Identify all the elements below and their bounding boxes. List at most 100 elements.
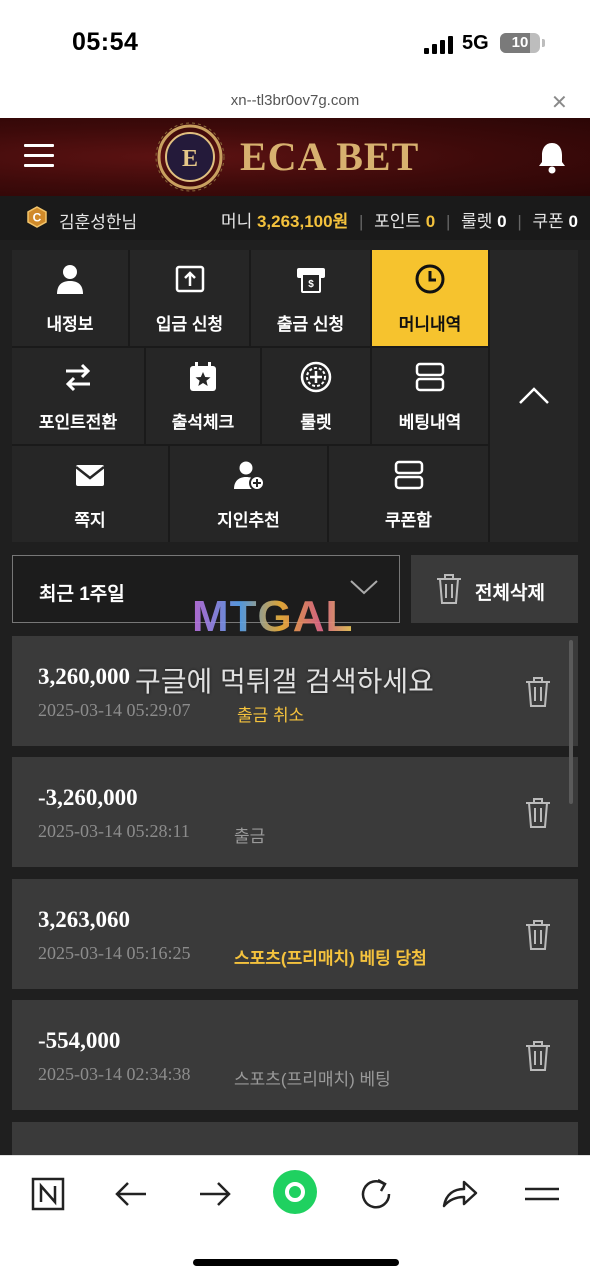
network-type: 5G <box>462 32 489 54</box>
transaction-type: 스포츠(프리매치) 베팅 당첨 <box>234 949 427 968</box>
trash-icon[interactable] <box>524 1040 552 1072</box>
period-value: 최근 1주일 <box>39 584 125 605</box>
menu-bet-history[interactable]: 베팅내역 <box>372 348 488 444</box>
menu-money-history[interactable]: 머니내역 <box>372 250 488 346</box>
menu-label: 내정보 <box>46 315 94 334</box>
money-value: 3,263,100원 <box>256 212 349 231</box>
n-icon[interactable] <box>28 1174 68 1214</box>
menu-label: 포인트전환 <box>38 413 118 432</box>
menu-label: 쪽지 <box>74 511 106 530</box>
hamburger-icon[interactable] <box>24 144 54 168</box>
coupon-label: 쿠폰 <box>532 212 564 231</box>
bell-icon[interactable] <box>536 140 568 174</box>
menu-label: 출석체크 <box>171 413 235 432</box>
transaction-date: 2025-03-14 05:29:07 <box>38 700 191 720</box>
menu-attendance[interactable]: 출석체크 <box>146 348 260 444</box>
chevron-up-icon <box>519 387 549 404</box>
point-label: 포인트 <box>374 212 422 231</box>
menu-coupon-box[interactable]: 쿠폰함 <box>329 446 488 542</box>
url-text[interactable]: xn--tl3br0ov7g.com <box>0 92 590 109</box>
signal-icon <box>424 36 453 54</box>
coupon-icon <box>394 460 423 490</box>
transaction-type: 출금 취소 <box>237 706 305 725</box>
battery-icon: 10 <box>500 33 540 53</box>
user-add-icon <box>233 461 265 491</box>
battery-level: 10 <box>511 34 529 51</box>
reload-icon[interactable] <box>356 1174 396 1214</box>
grade-badge-icon: C <box>27 206 47 228</box>
menu-label: 입금 신청 <box>155 315 224 334</box>
roulette-label: 룰렛 <box>461 212 493 231</box>
close-icon[interactable]: ✕ <box>551 90 568 115</box>
forward-arrow-icon[interactable] <box>194 1174 234 1214</box>
trash-icon[interactable] <box>524 676 552 708</box>
list-item: 3,263,060 2025-03-14 05:16:25 스포츠(프리매치) … <box>12 879 578 989</box>
menu-label: 출금 신청 <box>276 315 345 334</box>
money-label: 머니 <box>220 212 253 231</box>
menu-label: 쿠폰함 <box>385 511 432 530</box>
user-name: 김훈성한님 <box>59 213 138 232</box>
delete-all-label: 전체삭제 <box>475 583 545 604</box>
mypage-menu: 내정보 입금 신청 $ 출금 신청 머니내역 포인트전환 출석체크 룰렛 베팅내… <box>12 250 578 542</box>
trash-icon[interactable] <box>524 797 552 829</box>
deposit-icon <box>175 265 204 293</box>
transaction-date: 2025-03-14 05:16:25 <box>38 943 191 963</box>
site-header: E ECA BET <box>0 118 590 196</box>
brand-emblem-icon: E <box>155 122 225 192</box>
menu-label: 룰렛 <box>300 413 332 432</box>
status-time: 05:54 <box>72 28 139 56</box>
menu-label: 지인추천 <box>217 511 280 530</box>
transaction-type: 스포츠(프리매치) 베팅 <box>234 1070 391 1089</box>
chevron-down-icon <box>350 580 378 595</box>
exchange-arrows-icon <box>65 363 91 392</box>
coupon-value: 0 <box>568 212 578 231</box>
point-value: 0 <box>425 212 436 231</box>
menu-collapse-toggle[interactable] <box>490 250 578 542</box>
transaction-date: 2025-03-14 05:28:11 <box>38 821 190 841</box>
url-bar[interactable]: xn--tl3br0ov7g.com ✕ <box>0 88 590 118</box>
brand-logo[interactable]: ECA BET <box>240 133 419 180</box>
user-info-bar: C 김훈성한님 머니 3,263,100원 | 포인트 0 | 룰렛 0 | 쿠… <box>0 196 590 240</box>
svg-text:$: $ <box>308 279 314 290</box>
transaction-type: 출금 <box>234 827 266 846</box>
transaction-amount: -554,000 <box>38 1028 121 1053</box>
menu-label: 머니내역 <box>398 315 462 334</box>
list-item: -3,260,000 2025-03-14 05:28:11 출금 <box>12 757 578 867</box>
menu-my-info[interactable]: 내정보 <box>12 250 128 346</box>
svg-text:C: C <box>33 211 42 225</box>
menu-label: 베팅내역 <box>398 413 462 432</box>
delete-all-button[interactable]: 전체삭제 <box>411 555 578 623</box>
watermark-text: 구글에 먹튀갤 검색하세요 <box>135 666 434 697</box>
menu-icon[interactable] <box>522 1174 562 1214</box>
home-circle-icon[interactable] <box>271 1168 319 1216</box>
transaction-date: 2025-03-14 02:34:38 <box>38 1064 191 1084</box>
menu-point-exchange[interactable]: 포인트전환 <box>12 348 144 444</box>
menu-messages[interactable]: 쪽지 <box>12 446 168 542</box>
list-item: -554,000 2025-03-14 02:34:38 스포츠(프리매치) 베… <box>12 1000 578 1110</box>
trash-icon <box>437 574 461 604</box>
withdraw-icon: $ <box>296 268 325 293</box>
balance-summary: 머니 3,263,100원 | 포인트 0 | 룰렛 0 | 쿠폰 0 <box>220 212 578 231</box>
trash-icon[interactable] <box>524 919 552 951</box>
list-item <box>12 1122 578 1155</box>
calendar-star-icon <box>190 362 216 391</box>
roulette-icon <box>300 361 332 393</box>
share-icon[interactable] <box>440 1174 480 1214</box>
user-icon <box>57 265 83 294</box>
scrollbar[interactable] <box>569 640 573 804</box>
transaction-amount: 3,263,060 <box>38 907 130 932</box>
envelope-icon <box>75 465 105 486</box>
menu-referral[interactable]: 지인추천 <box>170 446 327 542</box>
menu-withdraw[interactable]: $ 출금 신청 <box>251 250 370 346</box>
list-icon <box>415 362 445 392</box>
roulette-value: 0 <box>497 212 507 231</box>
svg-text:E: E <box>182 146 198 172</box>
back-arrow-icon[interactable] <box>112 1174 152 1214</box>
status-bar: 05:54 5G 10 <box>0 0 590 88</box>
clock-icon <box>415 264 445 294</box>
watermark-logo: MTGAL <box>192 592 354 641</box>
menu-roulette[interactable]: 룰렛 <box>262 348 370 444</box>
battery-tip <box>542 39 545 47</box>
transaction-amount: -3,260,000 <box>38 785 138 810</box>
menu-deposit[interactable]: 입금 신청 <box>130 250 249 346</box>
